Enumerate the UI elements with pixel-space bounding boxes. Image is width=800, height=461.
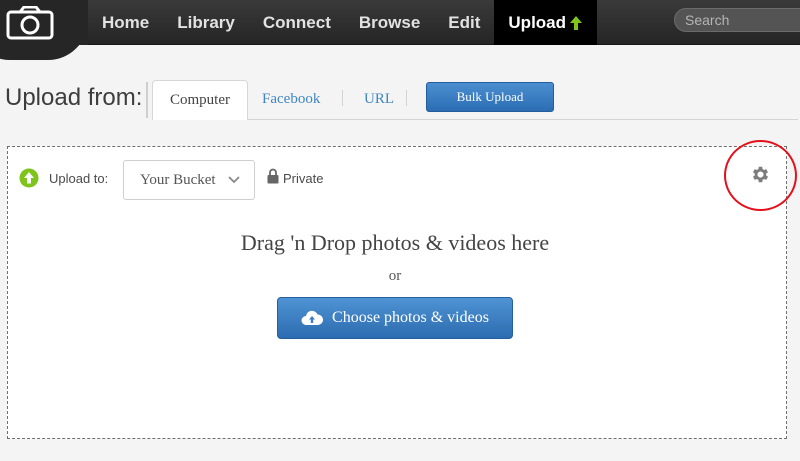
upload-from-label: Upload from: (5, 84, 143, 111)
nav-item-browse[interactable]: Browse (345, 0, 434, 45)
logo[interactable] (0, 0, 88, 60)
tab-label: URL (364, 91, 394, 107)
camera-icon (6, 6, 54, 40)
arrow-up-icon (570, 15, 583, 30)
nav-item-library[interactable]: Library (163, 0, 249, 45)
main-nav: Home Library Connect Browse Edit Upload (88, 0, 598, 45)
nav-item-connect[interactable]: Connect (249, 0, 345, 45)
tab-label: Facebook (262, 91, 321, 107)
tab-separator (406, 90, 407, 106)
nav-item-upload[interactable]: Upload (494, 0, 598, 45)
tab-label: Computer (170, 92, 230, 108)
nav-item-home[interactable]: Home (88, 0, 163, 45)
tab-url[interactable]: URL (364, 80, 394, 120)
label-divider (146, 82, 148, 118)
nav-item-label: Library (177, 13, 235, 32)
choose-files-label: Choose photos & videos (332, 309, 489, 326)
bucket-value: Your Bucket (140, 172, 216, 188)
nav-item-label: Upload (508, 13, 567, 32)
tab-computer[interactable]: Computer (152, 80, 248, 120)
privacy-label: Private (283, 171, 324, 186)
cloud-upload-icon (301, 310, 324, 325)
upload-to-label: Upload to: (49, 171, 109, 186)
nav-item-label: Connect (262, 13, 331, 32)
nav-item-edit[interactable]: Edit (434, 0, 494, 45)
bucket-dropdown[interactable]: Your Bucket (123, 160, 255, 200)
nav-item-label: Home (102, 13, 150, 32)
nav-item-label: Browse (358, 13, 421, 32)
choose-files-button[interactable]: Choose photos & videos (277, 297, 513, 339)
nav-item-label: Edit (448, 13, 481, 32)
tab-separator (342, 90, 343, 106)
lock-icon (267, 168, 279, 184)
search-input[interactable] (674, 8, 800, 32)
drag-drop-title: Drag 'n Drop photos & videos here (240, 230, 550, 255)
upload-arrow-icon (19, 168, 39, 188)
chevron-down-icon (228, 176, 240, 184)
tab-facebook[interactable]: Facebook (262, 80, 320, 120)
tab-row-divider (248, 119, 798, 120)
top-nav-bar: Home Library Connect Browse Edit Upload (0, 0, 800, 60)
bulk-upload-button[interactable]: Bulk Upload (426, 82, 554, 112)
highlight-circle (724, 140, 797, 211)
or-text: or (388, 268, 402, 284)
